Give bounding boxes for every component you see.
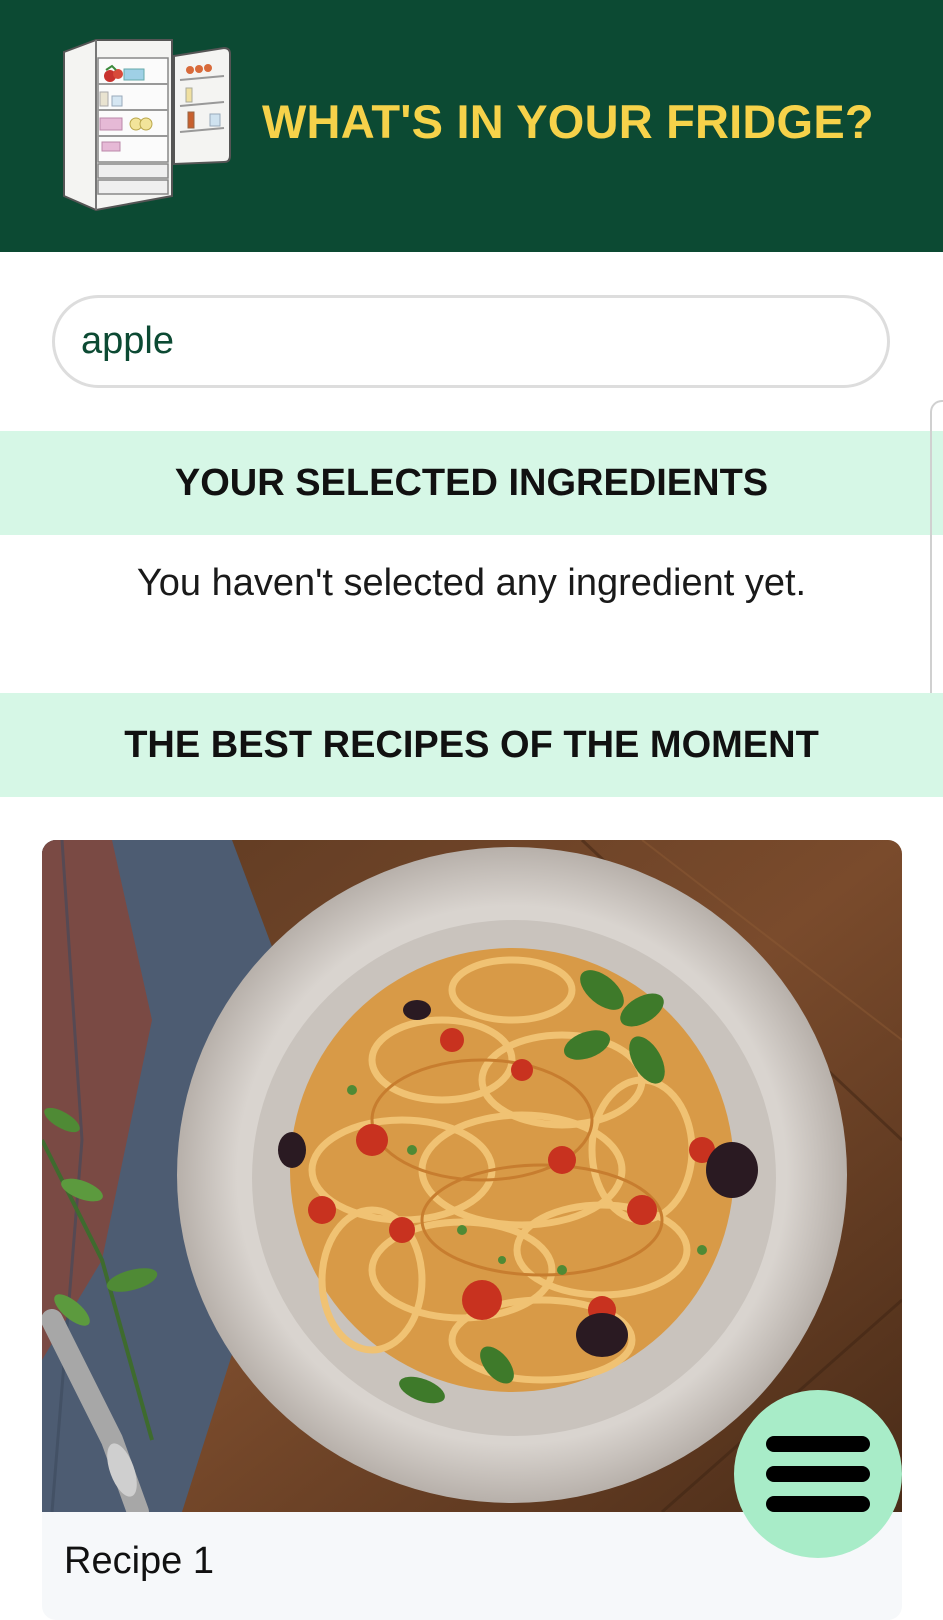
best-recipes-heading: THE BEST RECIPES OF THE MOMENT [0,693,943,797]
app-title: WHAT'S IN YOUR FRIDGE? [262,95,874,148]
menu-fab-button[interactable] [734,1390,902,1558]
app-header: WHAT'S IN YOUR FRIDGE? [0,0,943,252]
selected-ingredients-heading: YOUR SELECTED INGREDIENTS [0,431,943,535]
fridge-icon [63,39,231,212]
recipe-title[interactable]: Recipe 1 [64,1540,214,1583]
hamburger-menu-icon [766,1436,870,1512]
ingredient-search-input[interactable] [81,298,861,385]
ingredient-search-box[interactable] [52,295,890,388]
no-ingredients-message: You haven't selected any ingredient yet. [136,562,807,604]
